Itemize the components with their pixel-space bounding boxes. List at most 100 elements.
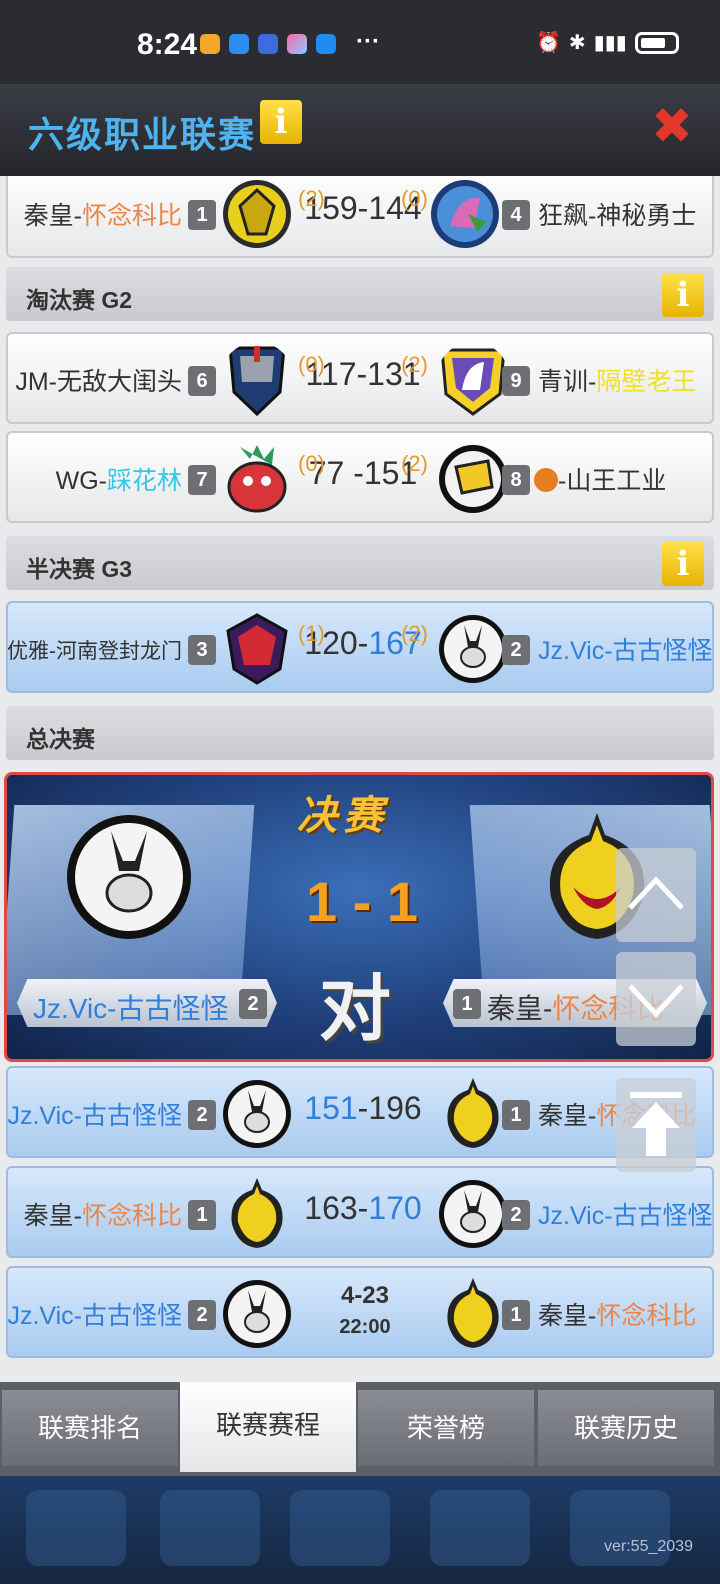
warrior-logo-icon bbox=[431, 180, 499, 248]
seed-badge: 1 bbox=[502, 1100, 530, 1130]
dragon-logo-icon bbox=[223, 180, 291, 248]
tab-honor-board[interactable]: 荣誉榜 bbox=[358, 1390, 534, 1466]
rabbit-logo-icon bbox=[439, 1180, 507, 1248]
more-notifications-icon: ··· bbox=[356, 28, 380, 55]
seed-badge: 6 bbox=[188, 366, 216, 396]
team-left-name: Jz.Vic-古古怪怪 bbox=[33, 993, 229, 1024]
team-right-name: -山王工业 bbox=[534, 461, 666, 497]
match-row[interactable]: Jz.Vic-古古怪怪 2 4-23 22:00 1 秦皇-怀念科比 bbox=[6, 1266, 714, 1358]
match-row[interactable]: 秦皇-怀念科比 1 (2) (0) 159-144 4 狂飙-神秘勇士 bbox=[6, 176, 714, 258]
tab-league-ranking[interactable]: 联赛排名 bbox=[2, 1390, 178, 1466]
dragon-logo-icon bbox=[447, 1278, 499, 1348]
tab-league-schedule[interactable]: 联赛赛程 bbox=[180, 1382, 356, 1472]
spartan-logo-icon bbox=[228, 346, 286, 417]
tab-league-history[interactable]: 联赛历史 bbox=[538, 1390, 714, 1466]
final-series-score: 1 - 1 bbox=[305, 870, 419, 933]
basketball-icon bbox=[534, 468, 558, 492]
seed-badge: 1 bbox=[502, 1300, 530, 1330]
nav-shortcut-icon bbox=[160, 1490, 260, 1566]
rabbit-logo-icon bbox=[439, 615, 507, 683]
seed-badge: 2 bbox=[188, 1100, 216, 1130]
left-team-plate: Jz.Vic-古古怪怪 2 bbox=[17, 979, 277, 1027]
app-icon bbox=[316, 34, 336, 54]
rabbit-logo-icon bbox=[67, 815, 191, 939]
team-right-name: 秦皇-怀念科比 bbox=[538, 1302, 697, 1330]
scroll-top-button[interactable] bbox=[616, 1078, 696, 1172]
notification-icons bbox=[200, 34, 336, 54]
rabbit-logo-icon bbox=[223, 1080, 291, 1148]
seed-badge: 2 bbox=[502, 635, 530, 665]
match-row[interactable]: JM-无敌大闺头 6 (0) (2) 117-131 9 青训-隔壁老王 bbox=[6, 332, 714, 424]
right-wins: (2) bbox=[401, 352, 428, 377]
status-bar: 8:24 ··· ⏰ ✱ ▮▮▮ bbox=[0, 0, 720, 84]
team-right-name: 狂飙-神秘勇士 bbox=[538, 202, 697, 230]
section-title: 半决赛 G3 bbox=[26, 556, 133, 582]
match-row[interactable]: WG-踩花林 7 (0) (2) 77 -151 8 -山王工业 bbox=[6, 431, 714, 523]
seed-badge: 9 bbox=[502, 366, 530, 396]
status-time: 8:24 bbox=[137, 28, 198, 61]
chevron-down-icon bbox=[628, 984, 684, 1018]
seed-badge: 1 bbox=[188, 200, 216, 230]
team-left-name: Jz.Vic-古古怪怪 bbox=[7, 1102, 182, 1130]
rabbit-logo-icon bbox=[223, 1280, 291, 1348]
seed-badge: 3 bbox=[188, 635, 216, 665]
section-title: 总决赛 bbox=[26, 726, 95, 752]
score-separator: - bbox=[357, 1190, 369, 1226]
right-wins: (2) bbox=[401, 621, 428, 646]
red-dragon-logo-icon bbox=[226, 613, 288, 685]
final-heading: 决赛 bbox=[297, 794, 389, 838]
team-right-name: Jz.Vic-古古怪怪 bbox=[538, 1202, 713, 1230]
match-date: 4-23 bbox=[340, 1282, 390, 1309]
nav-shortcut-icon bbox=[430, 1490, 530, 1566]
scroll-down-button[interactable] bbox=[616, 952, 696, 1046]
score-separator: - bbox=[357, 1090, 369, 1126]
section-title: 淘汰赛 G2 bbox=[26, 287, 133, 313]
left-wins: (1) bbox=[298, 621, 325, 646]
info-icon[interactable]: i bbox=[260, 100, 302, 144]
bottom-tab-bar: 联赛排名 联赛赛程 荣誉榜 联赛历史 bbox=[0, 1382, 720, 1476]
seed-badge: 8 bbox=[502, 465, 530, 495]
nav-shortcut-icon bbox=[290, 1490, 390, 1566]
nav-shortcut-icon bbox=[26, 1490, 126, 1566]
team-left-name: 秦皇-怀念科比 bbox=[23, 1202, 182, 1230]
mail-icon bbox=[200, 34, 220, 54]
team-left-name: 优雅-河南登封龙门 bbox=[7, 640, 182, 663]
chevron-up-icon bbox=[628, 876, 684, 910]
score-right: 170 bbox=[368, 1190, 422, 1226]
right-wins: (2) bbox=[401, 451, 428, 476]
score-separator: - bbox=[356, 356, 368, 392]
seed-badge: 2 bbox=[502, 1200, 530, 1230]
section-header-final: 总决赛 bbox=[6, 706, 714, 760]
team-left-name: 秦皇-怀念科比 bbox=[23, 202, 182, 230]
score-left: 151 bbox=[304, 1090, 358, 1126]
info-icon[interactable]: i bbox=[662, 273, 704, 317]
seed-badge: 2 bbox=[188, 1300, 216, 1330]
info-icon[interactable]: i bbox=[662, 542, 704, 586]
score-separator: - bbox=[344, 455, 364, 491]
match-row[interactable]: Jz.Vic-古古怪怪 2 151-196 1 秦皇-怀念科比 bbox=[6, 1066, 714, 1158]
match-score: 151-196 bbox=[298, 1090, 428, 1127]
match-score: (0) (2) 117-131 bbox=[298, 352, 428, 393]
arrow-to-top-icon bbox=[630, 1092, 682, 1156]
dragon-logo-icon bbox=[447, 1078, 499, 1148]
team-right-name: Jz.Vic-古古怪怪 bbox=[538, 637, 713, 665]
section-header-g2: 淘汰赛 G2 i bbox=[6, 267, 714, 321]
version-label: ver:55_2039 bbox=[604, 1538, 693, 1555]
versus-label: 对 bbox=[319, 970, 392, 1050]
match-row[interactable]: 优雅-河南登封龙门 3 (1) (2) 120-167 2 Jz.Vic-古古怪… bbox=[6, 601, 714, 693]
close-icon[interactable]: ✖ bbox=[650, 101, 694, 151]
final-banner[interactable]: 决赛 1 - 1 对 Jz.Vic-古古怪怪 2 1 秦皇-怀念科比 bbox=[4, 772, 714, 1062]
game-nav-background: ver:55_2039 bbox=[0, 1476, 720, 1584]
right-wins: (0) bbox=[401, 186, 428, 211]
browser-icon bbox=[258, 34, 278, 54]
seed-badge: 1 bbox=[188, 1200, 216, 1230]
schedule-list[interactable]: 秦皇-怀念科比 1 (2) (0) 159-144 4 狂飙-神秘勇士 淘汰赛 … bbox=[0, 176, 720, 1390]
score-right: 196 bbox=[368, 1090, 422, 1126]
match-time: 22:00 bbox=[339, 1316, 391, 1338]
team-left-name: WG-踩花林 bbox=[55, 467, 182, 495]
scroll-up-button[interactable] bbox=[616, 848, 696, 942]
battery-icon bbox=[634, 31, 679, 54]
page-title: 六级职业联赛 bbox=[28, 114, 257, 155]
left-wins: (2) bbox=[298, 186, 325, 211]
match-row[interactable]: 秦皇-怀念科比 1 163-170 2 Jz.Vic-古古怪怪 bbox=[6, 1166, 714, 1258]
